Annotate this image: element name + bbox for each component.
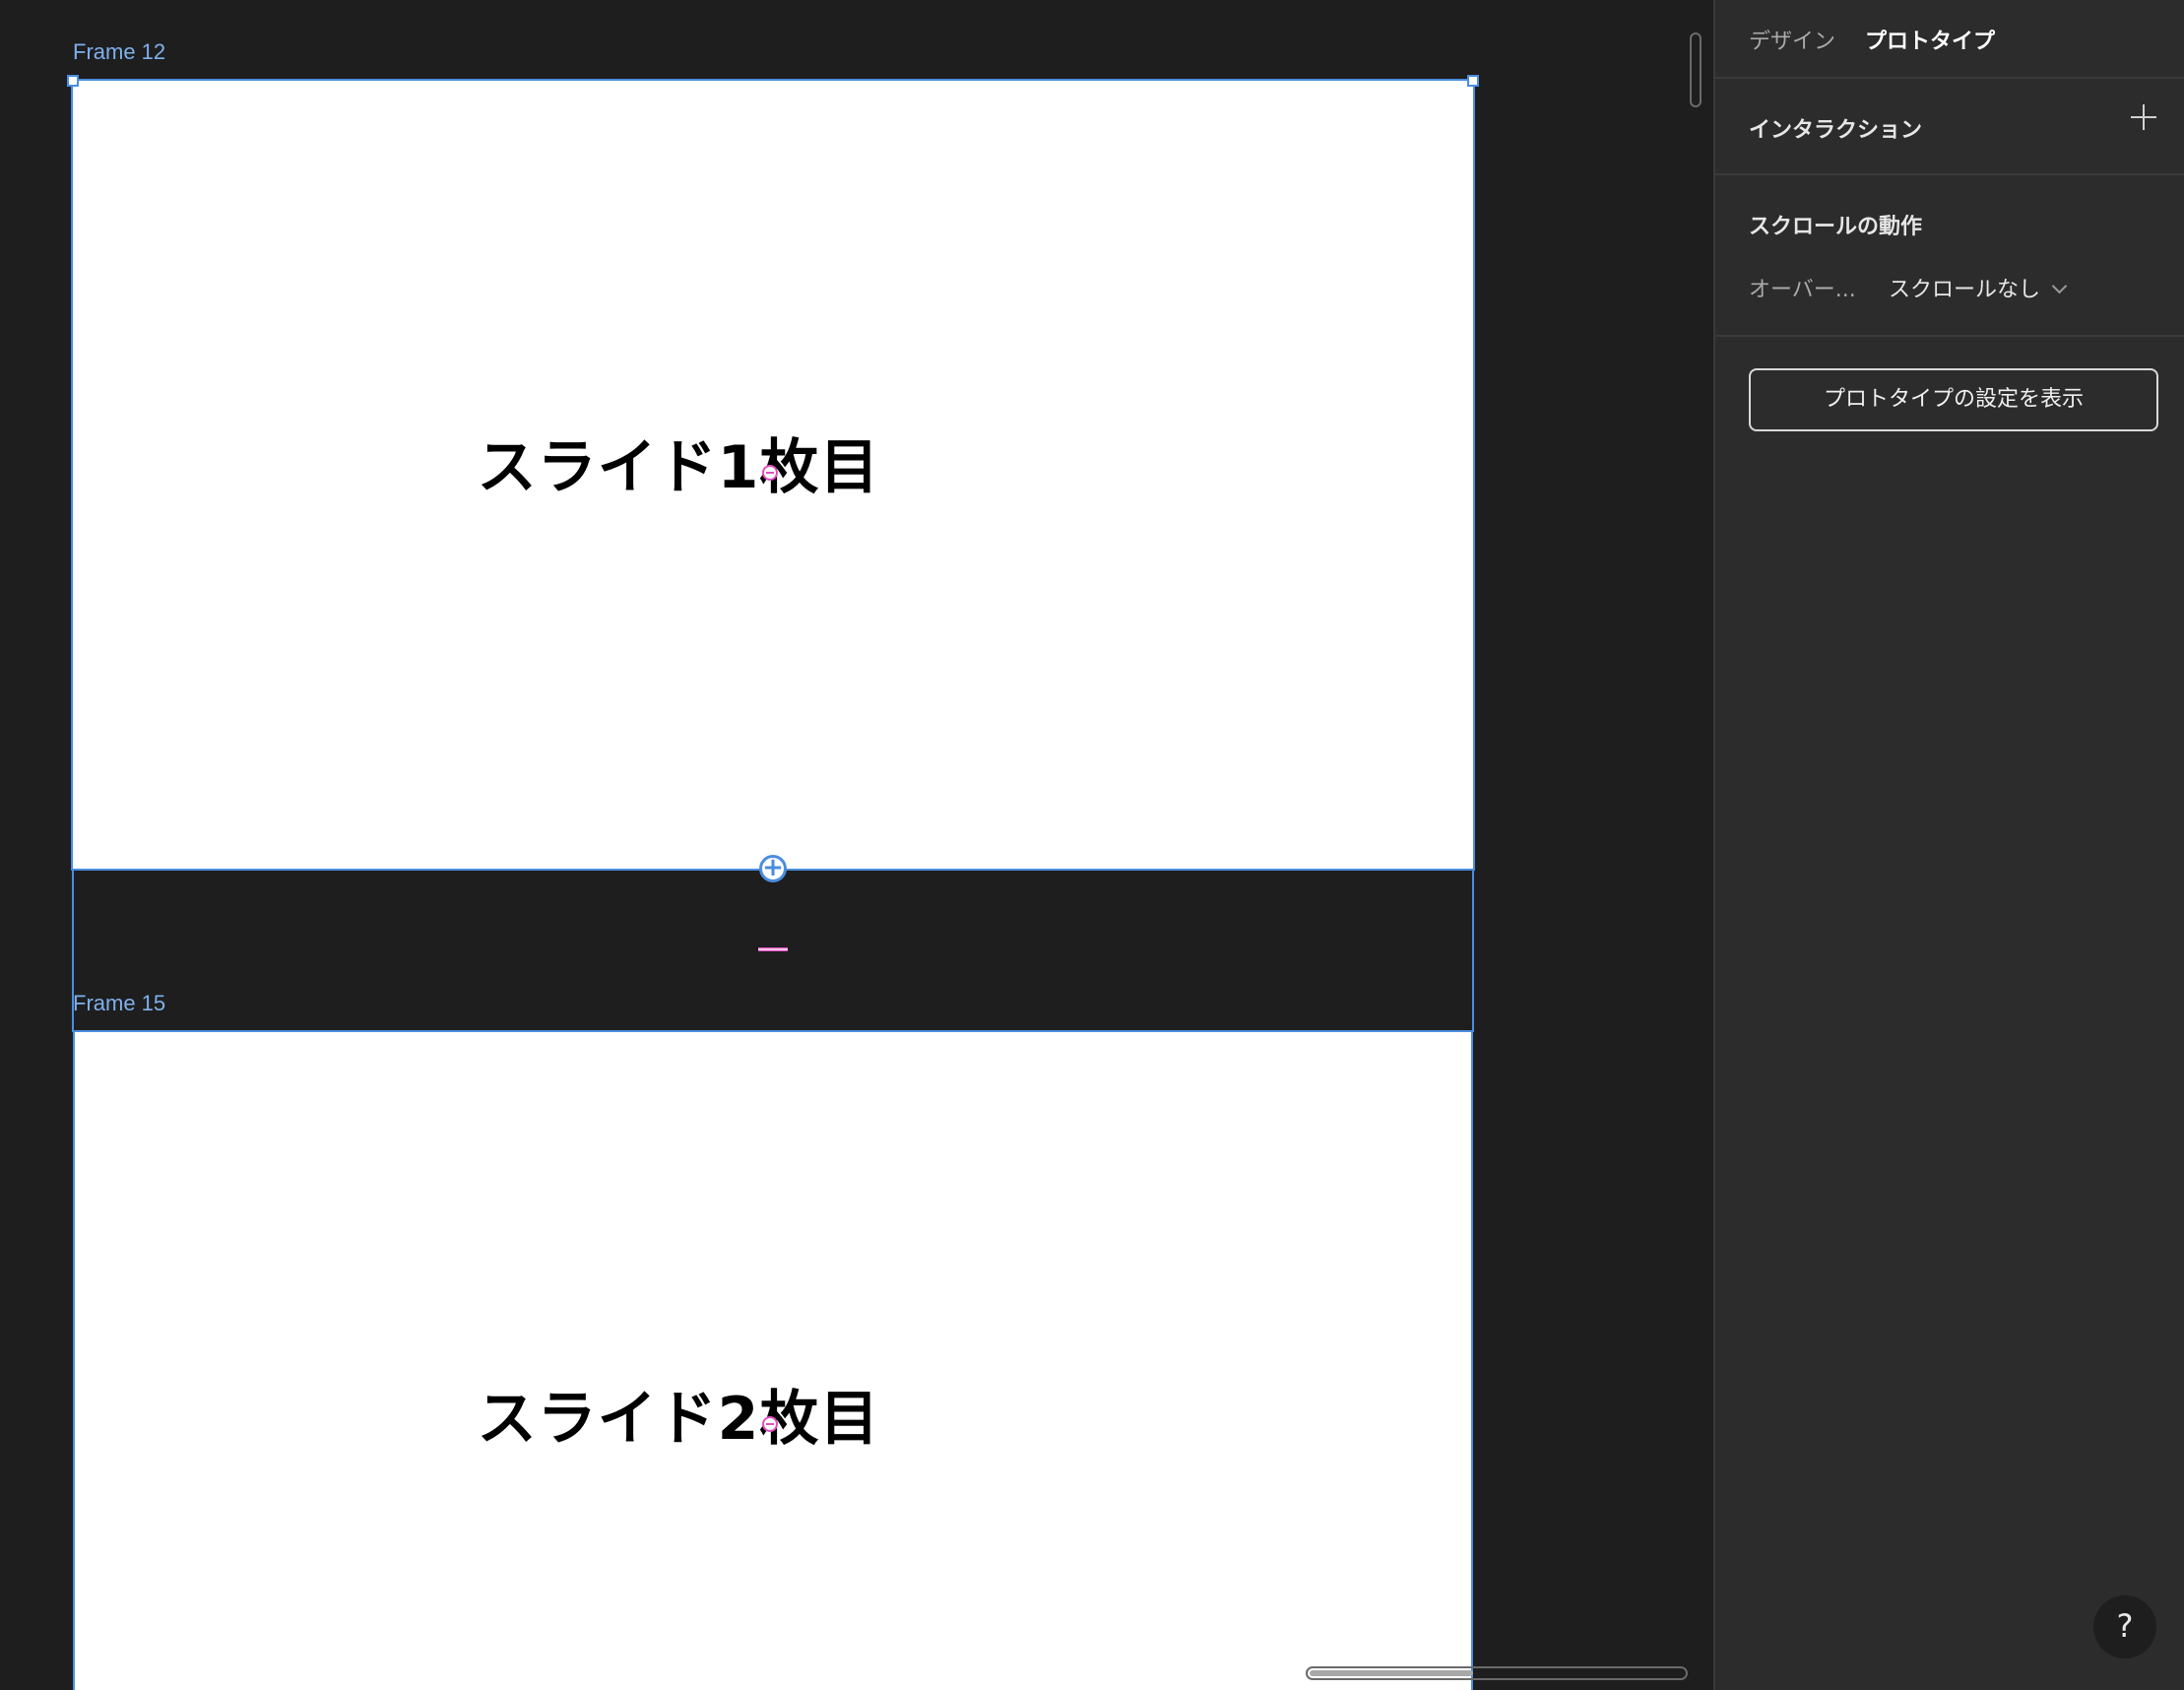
tab-design[interactable]: デザイン: [1749, 24, 1835, 55]
scroll-behavior-section: スクロールの動作 オーバー... スクロールなし: [1715, 175, 2184, 337]
chevron-down-icon: [2051, 278, 2068, 294]
frame-15-label[interactable]: Frame 15: [73, 991, 165, 1016]
overflow-label: オーバー...: [1749, 278, 1856, 302]
interactions-section: インタラクション: [1715, 79, 2184, 175]
horizontal-scrollbar[interactable]: [1306, 1666, 1688, 1680]
resize-handle-top-left[interactable]: [67, 75, 79, 87]
frame-12[interactable]: スライド1枚目: [71, 79, 1475, 871]
scroll-behavior-title: スクロールの動作: [1749, 215, 1923, 239]
tab-prototype[interactable]: プロトタイプ: [1865, 24, 1995, 55]
slide-1-text[interactable]: スライド1枚目: [0, 420, 1379, 505]
properties-panel: デザイン プロトタイプ インタラクション スクロールの動作 オーバー... スク…: [1713, 0, 2184, 1690]
horizontal-scrollbar-thumb[interactable]: [1310, 1670, 1473, 1676]
spacing-guide-icon: [762, 465, 778, 481]
gap-measure-guide: [758, 947, 788, 951]
help-button[interactable]: ?: [2093, 1595, 2156, 1658]
resize-handle-top-right[interactable]: [1467, 75, 1479, 87]
plus-icon[interactable]: [2131, 104, 2156, 130]
prototype-settings-button[interactable]: プロトタイプの設定を表示: [1749, 368, 2158, 431]
frame-15[interactable]: スライド2枚目: [73, 1032, 1473, 1690]
slide-2-text[interactable]: スライド2枚目: [0, 1371, 1377, 1457]
interactions-title: インタラクション: [1749, 118, 1923, 143]
frame-12-label[interactable]: Frame 12: [73, 39, 165, 65]
vertical-scrollbar[interactable]: [1690, 32, 1702, 107]
overflow-select[interactable]: スクロールなし: [1889, 272, 2068, 303]
canvas[interactable]: Frame 12 スライド1枚目 + Frame 15 スライド2枚目: [0, 0, 1713, 1690]
spacing-guide-icon: [762, 1416, 778, 1432]
overflow-select-value: スクロールなし: [1889, 278, 2041, 302]
add-icon[interactable]: +: [759, 855, 787, 882]
panel-tabs: デザイン プロトタイプ: [1715, 0, 2184, 79]
